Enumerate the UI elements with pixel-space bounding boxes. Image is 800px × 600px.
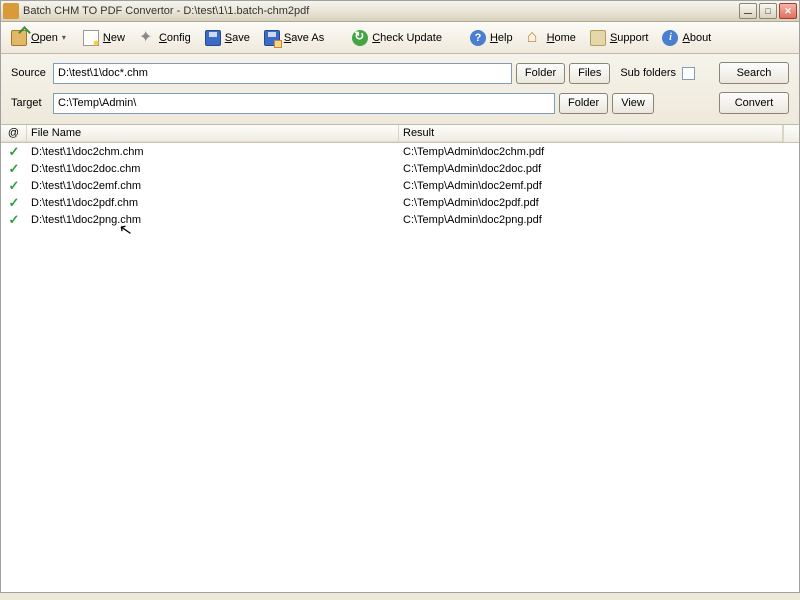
title-bar: Batch CHM TO PDF Convertor - D:\test\1\1… (0, 0, 800, 22)
col-header-status[interactable]: @ (1, 125, 27, 142)
close-button[interactable] (779, 3, 797, 19)
status-check-icon: ✓ (1, 178, 27, 194)
window-title: Batch CHM TO PDF Convertor - D:\test\1\1… (23, 5, 739, 17)
save-as-label: Save As (284, 32, 324, 44)
file-name-cell: D:\test\1\doc2pdf.chm (27, 197, 399, 209)
scrollbar-stub (783, 125, 799, 142)
result-cell: C:\Temp\Admin\doc2emf.pdf (399, 180, 799, 192)
source-files-button[interactable]: Files (569, 63, 610, 84)
open-label: Open (31, 32, 58, 44)
new-label: New (103, 32, 125, 44)
col-header-result[interactable]: Result (399, 125, 783, 142)
table-row[interactable]: ✓D:\test\1\doc2pdf.chmC:\Temp\Admin\doc2… (1, 194, 799, 211)
file-name-cell: D:\test\1\doc2doc.chm (27, 163, 399, 175)
target-view-button[interactable]: View (612, 93, 654, 114)
about-icon (662, 30, 678, 46)
save-button[interactable]: Save (199, 27, 256, 49)
open-dropdown-icon[interactable]: ▾ (62, 33, 69, 42)
help-button[interactable]: Help (464, 27, 519, 49)
open-icon (11, 30, 27, 46)
support-label: Support (610, 32, 649, 44)
home-icon (527, 30, 543, 46)
convert-button[interactable]: Convert (719, 92, 789, 114)
sub-folders-label: Sub folders (620, 67, 676, 79)
target-label: Target (11, 97, 49, 109)
result-cell: C:\Temp\Admin\doc2pdf.pdf (399, 197, 799, 209)
check-update-button[interactable]: Check Update (346, 27, 448, 49)
source-label: Source (11, 67, 49, 79)
save-icon (205, 30, 221, 46)
file-name-cell: D:\test\1\doc2emf.chm (27, 180, 399, 192)
main-toolbar: Open ▾ New Config Save Save As Check Upd… (0, 22, 800, 54)
open-button[interactable]: Open ▾ (5, 27, 75, 49)
support-button[interactable]: Support (584, 27, 655, 49)
help-icon (470, 30, 486, 46)
file-name-cell: D:\test\1\doc2png.chm (27, 214, 399, 226)
save-as-icon (264, 30, 280, 46)
home-label: Home (547, 32, 576, 44)
source-input[interactable] (53, 63, 512, 84)
about-label: About (682, 32, 711, 44)
new-icon (83, 30, 99, 46)
table-row[interactable]: ✓D:\test\1\doc2emf.chmC:\Temp\Admin\doc2… (1, 177, 799, 194)
path-form: Source Folder Files Sub folders Search T… (0, 54, 800, 125)
table-row[interactable]: ✓D:\test\1\doc2chm.chmC:\Temp\Admin\doc2… (1, 143, 799, 160)
list-header: @ File Name Result (1, 125, 799, 143)
support-icon (590, 30, 606, 46)
app-icon (3, 3, 19, 19)
check-update-label: Check Update (372, 32, 442, 44)
sub-folders-checkbox[interactable] (682, 67, 695, 80)
about-button[interactable]: About (656, 27, 717, 49)
home-button[interactable]: Home (521, 27, 582, 49)
maximize-button[interactable] (759, 3, 777, 19)
file-list: @ File Name Result ✓D:\test\1\doc2chm.ch… (0, 125, 800, 593)
minimize-button[interactable] (739, 3, 757, 19)
status-check-icon: ✓ (1, 195, 27, 211)
file-name-cell: D:\test\1\doc2chm.chm (27, 146, 399, 158)
save-as-button[interactable]: Save As (258, 27, 330, 49)
status-check-icon: ✓ (1, 212, 27, 228)
list-body: ✓D:\test\1\doc2chm.chmC:\Temp\Admin\doc2… (1, 143, 799, 228)
config-label: Config (159, 32, 191, 44)
result-cell: C:\Temp\Admin\doc2chm.pdf (399, 146, 799, 158)
table-row[interactable]: ✓D:\test\1\doc2png.chmC:\Temp\Admin\doc2… (1, 211, 799, 228)
window-controls (739, 3, 797, 19)
status-check-icon: ✓ (1, 161, 27, 177)
target-row: Target Folder View Convert (11, 92, 789, 114)
help-label: Help (490, 32, 513, 44)
search-button[interactable]: Search (719, 62, 789, 84)
source-row: Source Folder Files Sub folders Search (11, 62, 789, 84)
target-folder-button[interactable]: Folder (559, 93, 608, 114)
result-cell: C:\Temp\Admin\doc2png.pdf (399, 214, 799, 226)
save-label: Save (225, 32, 250, 44)
col-header-file[interactable]: File Name (27, 125, 399, 142)
update-icon (352, 30, 368, 46)
table-row[interactable]: ✓D:\test\1\doc2doc.chmC:\Temp\Admin\doc2… (1, 160, 799, 177)
status-check-icon: ✓ (1, 144, 27, 160)
result-cell: C:\Temp\Admin\doc2doc.pdf (399, 163, 799, 175)
target-input[interactable] (53, 93, 555, 114)
config-button[interactable]: Config (133, 27, 197, 49)
config-icon (139, 30, 155, 46)
new-button[interactable]: New (77, 27, 131, 49)
source-folder-button[interactable]: Folder (516, 63, 565, 84)
